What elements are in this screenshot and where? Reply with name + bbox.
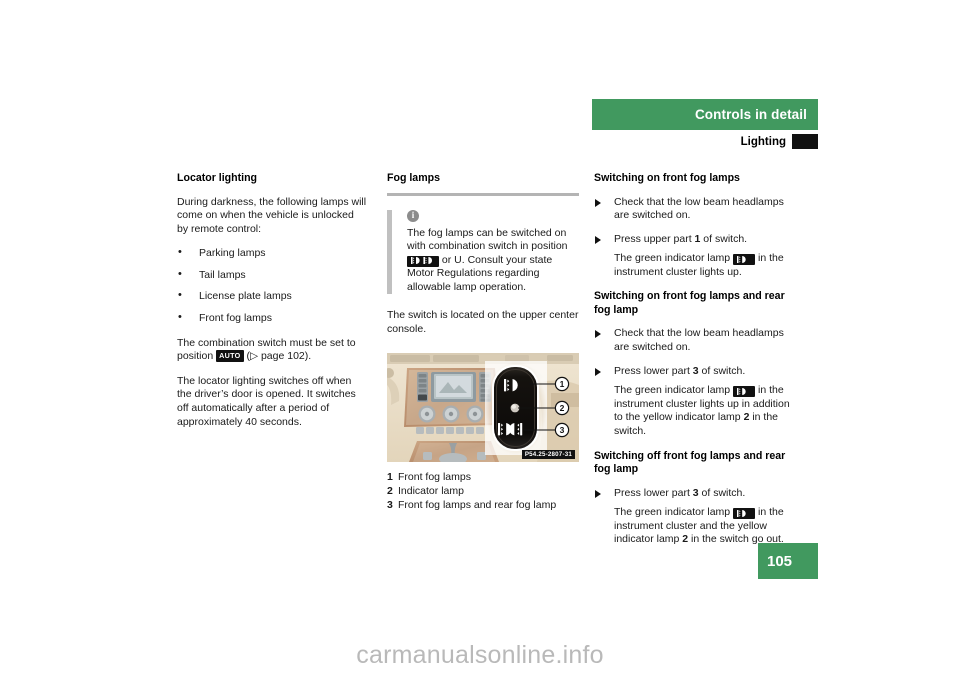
switch-on-front-fog-heading: Switching on front fog lamps	[594, 172, 740, 184]
locator-lighting-heading: Locator lighting	[177, 172, 258, 184]
svg-text:3: 3	[560, 425, 565, 435]
step-text: Check that the low beam headlamps are sw…	[614, 327, 784, 354]
step-item: Check that the low beam headlamps are sw…	[594, 196, 790, 223]
center-console-figure: 1 2 3 P54.25-2807-31	[387, 353, 579, 462]
fog-lamp-symbol-badge	[407, 255, 439, 267]
legend-label: Indicator lamp	[398, 485, 464, 497]
legend-number: 3	[387, 499, 393, 511]
left-column: Locator lighting During darkness, the fo…	[177, 172, 367, 440]
page-reference: (▷ page 102).	[243, 350, 312, 363]
middle-column: Fog lamps The fog lamps can be switched …	[387, 172, 579, 348]
step-item: Press upper part 1 of switch.	[594, 233, 790, 247]
arrow-bullet-icon	[595, 198, 601, 207]
fog-lamps-heading: Fog lamps	[387, 172, 440, 184]
arrow-bullet-icon	[595, 489, 601, 498]
step-text: Check that the low beam headlamps are sw…	[614, 195, 784, 222]
locator-lamp-list: Parking lamps Tail lamps License plate l…	[177, 246, 367, 326]
step-result: The green indicator lamp in the instrume…	[594, 506, 790, 547]
chapter-title: Controls in detail	[694, 107, 807, 122]
green-fog-indicator-badge	[733, 386, 756, 398]
site-watermark: carmanualsonline.info	[356, 641, 604, 669]
svg-text:1: 1	[560, 379, 565, 389]
result-text-before: The green indicator lamp	[614, 252, 734, 265]
step-result: The green indicator lamp in the instrume…	[594, 384, 790, 438]
chapter-header-bar: Controls in detail	[592, 99, 818, 130]
step-item: Check that the low beam headlamps are sw…	[594, 327, 790, 354]
heading-rule	[387, 192, 579, 196]
legend-row: 2 Indicator lamp	[387, 484, 587, 498]
page-number: 105	[767, 552, 793, 570]
section-marker-block	[792, 134, 818, 149]
green-fog-indicator-badge	[733, 508, 756, 520]
figure-legend: 1 Front fog lamps 2 Indicator lamp 3 Front …	[387, 470, 587, 512]
locator-lighting-closing: The locator lighting switches off when t…	[177, 374, 356, 428]
step-text: Press upper part 1 of switch.	[614, 232, 748, 245]
list-item: Front fog lamps	[177, 311, 367, 326]
page-number-badge: 105	[758, 543, 818, 579]
legend-row: 3 Front fog lamps and rear fog lamp	[387, 498, 587, 512]
note-accent-bar	[387, 209, 392, 295]
section-header: Lighting	[592, 133, 818, 150]
legend-label: Front fog lamps and rear fog lamp	[398, 499, 557, 511]
combination-switch-note: The combination switch must be set to po…	[177, 337, 367, 364]
switch-location-text: The switch is located on the upper cente…	[387, 309, 579, 336]
figure-code: P54.25-2807-31	[521, 450, 575, 459]
list-item: Tail lamps	[177, 268, 367, 283]
step-item: Press lower part 3 of switch.	[594, 365, 790, 379]
list-item: License plate lamps	[177, 289, 367, 304]
auto-badge: AUTO	[216, 350, 244, 363]
note-text: The fog lamps can be switched on with co…	[407, 227, 579, 295]
info-note: The fog lamps can be switched on with co…	[387, 209, 579, 295]
step-text: Press lower part 3 of switch.	[614, 486, 746, 499]
info-icon	[407, 209, 419, 222]
console-illustration: 1 2 3	[387, 353, 579, 462]
step-item: Press lower part 3 of switch.	[594, 487, 790, 501]
legend-number: 1	[387, 471, 393, 483]
locator-lighting-intro: During darkness, the following lamps wil…	[177, 195, 367, 235]
legend-number: 2	[387, 485, 393, 497]
arrow-bullet-icon	[595, 235, 601, 244]
manual-page: Controls in detail Lighting Locator ligh…	[0, 0, 960, 678]
arrow-bullet-icon	[595, 330, 601, 339]
result-text-before: The green indicator lamp	[614, 384, 734, 397]
legend-label: Front fog lamps	[398, 471, 471, 483]
right-column: Switching on front fog lamps Check that …	[594, 172, 790, 558]
note-text-part1: The fog lamps can be switched on with co…	[407, 226, 568, 253]
section-title: Lighting	[740, 135, 786, 148]
svg-text:2: 2	[560, 403, 565, 413]
list-item: Parking lamps	[177, 246, 367, 261]
legend-row: 1 Front fog lamps	[387, 470, 587, 484]
step-text: Press lower part 3 of switch.	[614, 364, 746, 377]
arrow-bullet-icon	[595, 367, 601, 376]
green-fog-indicator-badge	[733, 254, 756, 266]
switch-on-front-and-rear-fog-heading: Switching on front fog lamps and rear fo…	[594, 290, 785, 316]
step-result: The green indicator lamp in the instrume…	[594, 252, 790, 279]
result-text-before: The green indicator lamp	[614, 506, 734, 519]
switch-off-front-and-rear-fog-heading: Switching off front fog lamps and rear f…	[594, 449, 786, 476]
